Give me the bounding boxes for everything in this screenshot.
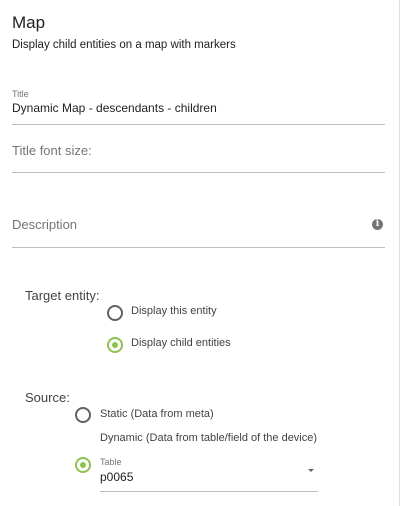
table-select-underline: [100, 491, 318, 492]
source-label: Source:: [25, 390, 70, 405]
radio-static-circle[interactable]: [75, 407, 91, 423]
radio-display-this-entity-circle[interactable]: [107, 305, 123, 321]
description-underline: [12, 247, 385, 248]
target-entity-label: Target entity:: [25, 288, 100, 303]
table-select-value[interactable]: p0065: [100, 470, 133, 484]
info-icon[interactable]: i: [372, 219, 383, 230]
title-field-value[interactable]: Dynamic Map - descendants - children: [12, 101, 217, 115]
description-placeholder[interactable]: Description: [12, 217, 77, 232]
title-font-size-placeholder[interactable]: Title font size:: [12, 143, 92, 158]
radio-static-label[interactable]: Static (Data from meta): [100, 408, 214, 420]
radio-dynamic-circle[interactable]: [75, 457, 91, 473]
table-select-label: Table: [100, 457, 122, 467]
radio-display-this-entity-label[interactable]: Display this entity: [131, 305, 217, 317]
title-font-size-underline: [12, 172, 385, 173]
radio-display-child-entities-circle[interactable]: [107, 337, 123, 353]
chevron-down-icon[interactable]: [308, 469, 314, 472]
title-field-underline: [12, 124, 385, 125]
panel-right-border: [399, 0, 400, 506]
radio-dynamic-label[interactable]: Dynamic (Data from table/field of the de…: [100, 432, 317, 444]
title-field-label: Title: [12, 89, 29, 99]
page-title: Map: [12, 13, 46, 32]
page-subtitle: Display child entities on a map with mar…: [12, 39, 236, 51]
radio-display-child-entities-label[interactable]: Display child entities: [131, 337, 231, 349]
